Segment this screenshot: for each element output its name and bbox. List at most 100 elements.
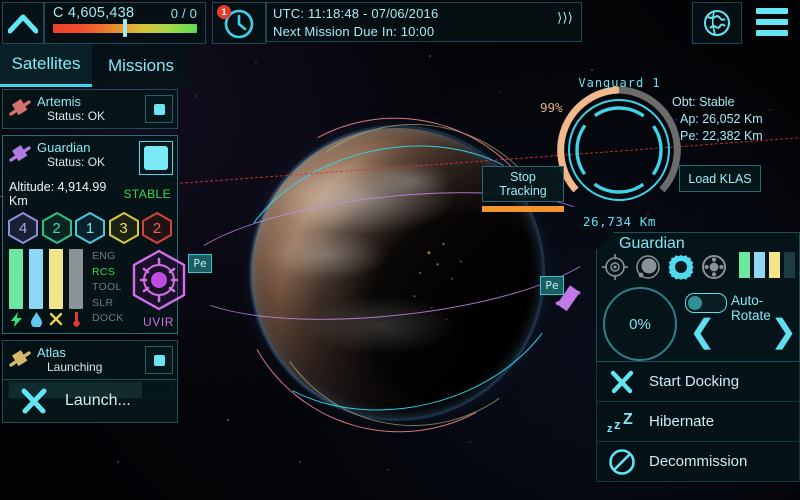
fast-forward-icon[interactable]: ⟩⟩⟩ [557,9,573,27]
tab-missions-label: Missions [107,55,175,75]
orbit-info: Obt: Stable Ap: 26,052 Km Pe: 22,382 Km [672,94,797,145]
action-label: Hibernate [649,413,715,430]
reputation-bar [53,19,197,37]
menu-button[interactable] [746,2,798,42]
top-bar: C 4,605,438 0 / 0 1 UTC: 11:18:48 - 07/0… [0,0,800,44]
tab-missions[interactable]: Missions [92,44,190,87]
home-button[interactable] [2,2,44,44]
utc-time: UTC: 11:18:48 - 07/06/2016 [273,6,439,21]
stat-hex[interactable]: 1 [75,212,105,244]
orbit-module-icon[interactable] [634,253,662,281]
tab-satellites[interactable]: Satellites [0,44,92,87]
action-decommission[interactable]: Decommission [596,442,800,482]
panel-title: Guardian [619,235,685,252]
satellite-select-checkbox[interactable] [139,141,173,175]
chevron-left-icon[interactable]: ❮ [689,315,716,347]
module-uvir[interactable]: UVIR [131,249,187,329]
status-bar [769,252,780,278]
satellite-icon [7,141,33,167]
system-tool: TOOL [92,281,122,293]
clock-notification-badge: 1 [217,5,231,19]
satellite-name: Guardian [37,140,91,155]
satellite-card-artemis[interactable]: Artemis Status: OK [2,89,178,129]
satellite-sprite-guardian[interactable] [552,282,586,316]
svg-text:Z: Z [623,411,633,428]
resource-power [9,249,23,329]
svg-text:z: z [607,423,613,434]
stat-hex-row: 4 2 1 3 2 [3,210,177,247]
rotation-gauge-value: 0% [629,315,651,333]
stat-hex[interactable]: 3 [108,212,139,244]
next-mission-timer: Next Mission Due In: 10:00 [273,24,435,39]
launch-button-label: Launch... [65,392,131,409]
status-bar [754,252,765,278]
satellite-card-guardian[interactable]: Guardian Status: OK Altitude: 4,914.99 K… [2,135,185,334]
stop-tracking-underline [482,206,564,212]
resource-bars [9,249,83,329]
satellite-altitude: Altitude: 4,914.99 Km [9,180,107,208]
stop-tracking-control[interactable]: Stop Tracking [482,166,564,212]
sidebar-tabs: Satellites Missions [0,44,190,87]
thermometer-icon [69,311,83,327]
system-dock: DOCK [92,312,124,324]
system-slr: SLR [92,296,114,309]
vanguard-fuel-percent: 99% [540,100,563,115]
resource-water [29,249,43,329]
globe-button[interactable] [692,2,742,44]
satellite-select-checkbox[interactable] [145,346,173,374]
stat-hex[interactable]: 2 [142,212,172,244]
satellite-name: Atlas [37,345,66,360]
panel-header: Guardian [596,232,800,281]
tools-icon [49,311,63,327]
rotation-gauge[interactable]: 0% [603,287,677,361]
vanguard-gauge-rings [557,86,681,201]
satellite-name: Artemis [37,94,82,109]
panel-status-bars [739,252,795,278]
game-screen: Pe Pe C 4,605,438 0 / 0 1 UTC: 11:18:48 … [0,0,800,500]
chevron-right-icon[interactable]: ❯ [770,315,797,347]
tab-satellites-label: Satellites [11,54,81,73]
action-label: Start Docking [649,373,740,390]
action-hibernate[interactable]: z z Z Hibernate [596,402,800,442]
antenna-module-icon[interactable] [601,253,629,281]
clock-button[interactable]: 1 [212,2,266,44]
action-start-docking[interactable]: Start Docking [596,362,800,402]
chevron-up-icon [8,14,38,34]
vanguard-title: Vanguard 1 [578,76,661,90]
globe-icon [704,10,730,36]
water-drop-icon [29,311,43,327]
vanguard-orbit-gauge[interactable]: Vanguard 1 99% 26,734 Km [540,76,687,229]
launch-button[interactable]: Launch... [2,379,178,423]
credits-value: C 4,605,438 [53,5,135,21]
marker-pe-left[interactable]: Pe [188,254,212,273]
thruster-module-icon[interactable] [700,253,728,281]
module-label: UVIR [143,315,175,329]
satellite-select-checkbox[interactable] [145,95,173,123]
power-icon [9,311,23,327]
satellite-list: Artemis Status: OK Guardian Status: OK A… [2,89,185,411]
svg-text:z: z [614,417,621,432]
tools-icon [21,388,47,414]
orbit-periapsis: Pe: 22,382 Km [680,129,763,143]
tools-icon [607,369,637,395]
system-eng: ENG [92,250,116,262]
hamburger-line [756,8,788,14]
hamburger-line [756,30,788,36]
auto-rotate-toggle[interactable] [685,293,727,313]
stat-hex[interactable]: 4 [8,212,38,244]
stat-hex[interactable]: 2 [41,212,72,244]
satellite-icon [7,346,33,372]
status-bar [784,252,795,278]
gear-module-icon[interactable] [667,253,695,281]
action-label: Decommission [649,453,748,470]
orbit-apoapsis: Ap: 26,052 Km [680,112,763,126]
stat-hex-value: 4 [18,219,28,237]
panel-controls: 0% Auto-Rotate ❮ ❯ [596,281,800,362]
status-bar [739,252,750,278]
stat-hex-value: 2 [52,219,61,237]
load-klas-button[interactable]: Load KLAS [679,165,761,192]
satellite-status: Status: OK [47,109,106,123]
no-entry-icon [607,448,637,476]
load-klas-label: Load KLAS [688,171,752,186]
uvir-module-icon [132,249,185,311]
